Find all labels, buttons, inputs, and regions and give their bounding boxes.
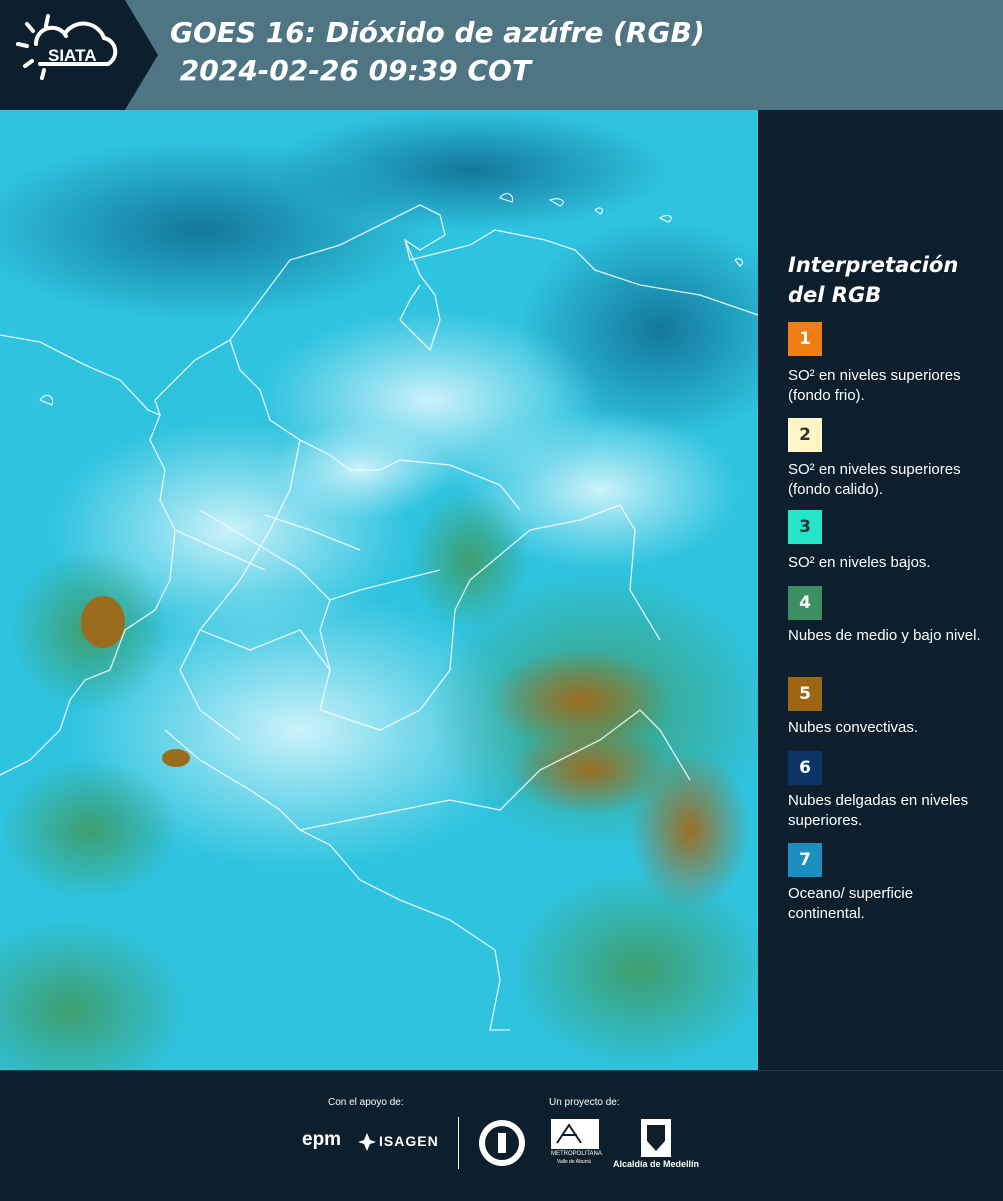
footer-sponsors: Con el apoyo de: Un proyecto de: epm ISA… bbox=[0, 1070, 1003, 1201]
isagen-icon bbox=[358, 1133, 376, 1151]
legend-number-2: 2 bbox=[799, 425, 811, 445]
legend-text-7: Oceano/ superficie continental. bbox=[788, 885, 914, 922]
support-label: Con el apoyo de: bbox=[328, 1097, 404, 1108]
siata-logo: SIATA bbox=[0, 0, 158, 110]
header-bar: SIATA GOES 16: Dióxido de azúfre (RGB) 2… bbox=[0, 0, 1003, 110]
legend-swatch-1: 1 bbox=[788, 322, 822, 356]
legend-text-4: Nubes de medio y bajo nivel. bbox=[788, 627, 981, 644]
alcaldia-shield-icon bbox=[641, 1119, 671, 1157]
project-label: Un proyecto de: bbox=[549, 1097, 620, 1108]
metropolitana-sub: Valle de Aburrá bbox=[557, 1159, 591, 1165]
medellin-seal-icon bbox=[479, 1120, 525, 1166]
legend-text-3: SO² en niveles bajos. bbox=[788, 554, 931, 571]
legend-number-3: 3 bbox=[799, 517, 811, 537]
legend-text-1: SO² en niveles superiores (fondo frio). bbox=[788, 367, 961, 404]
svg-text:SIATA: SIATA bbox=[48, 46, 96, 65]
legend-title-line2: del RGB bbox=[788, 283, 882, 307]
legend-text-5: Nubes convectivas. bbox=[788, 719, 919, 736]
title-timestamp: 2024-02-26 09:39 COT bbox=[170, 54, 531, 87]
legend-text-6: Nubes delgadas en niveles superiores. bbox=[788, 792, 969, 829]
legend-swatch-6: 6 bbox=[788, 751, 822, 785]
legend-swatch-2: 2 bbox=[788, 418, 822, 452]
legend-swatch-4: 4 bbox=[788, 586, 822, 620]
page-title: GOES 16: Dióxido de azúfre (RGB) 2024-02… bbox=[170, 14, 705, 90]
legend-swatch-5: 5 bbox=[788, 677, 822, 711]
epm-logo: epm bbox=[302, 1129, 342, 1150]
legend-number-1: 1 bbox=[799, 329, 811, 349]
legend-text-2: SO² en niveles superiores (fondo calido)… bbox=[788, 461, 961, 498]
legend-panel: Interpretación del RGB 1 SO² en niveles … bbox=[758, 110, 1003, 1070]
legend-swatch-7: 7 bbox=[788, 843, 822, 877]
legend-title-line1: Interpretación bbox=[788, 253, 959, 277]
satellite-map[interactable] bbox=[0, 110, 758, 1070]
legend-number-4: 4 bbox=[799, 593, 811, 613]
legend-title: Interpretación del RGB bbox=[788, 250, 958, 310]
alcaldia-label: Alcaldía de Medellín bbox=[613, 1159, 700, 1169]
legend-number-5: 5 bbox=[799, 684, 811, 704]
legend-swatch-3: 3 bbox=[788, 510, 822, 544]
metropolitana-logo-icon bbox=[551, 1119, 599, 1149]
legend-number-7: 7 bbox=[799, 850, 811, 870]
title-line1: GOES 16: Dióxido de azúfre (RGB) bbox=[170, 16, 705, 49]
isagen-logo: ISAGEN bbox=[379, 1133, 439, 1149]
metropolitana-label: METROPOLITANA bbox=[551, 1151, 602, 1157]
legend-number-6: 6 bbox=[799, 758, 811, 778]
footer-divider bbox=[458, 1117, 459, 1169]
